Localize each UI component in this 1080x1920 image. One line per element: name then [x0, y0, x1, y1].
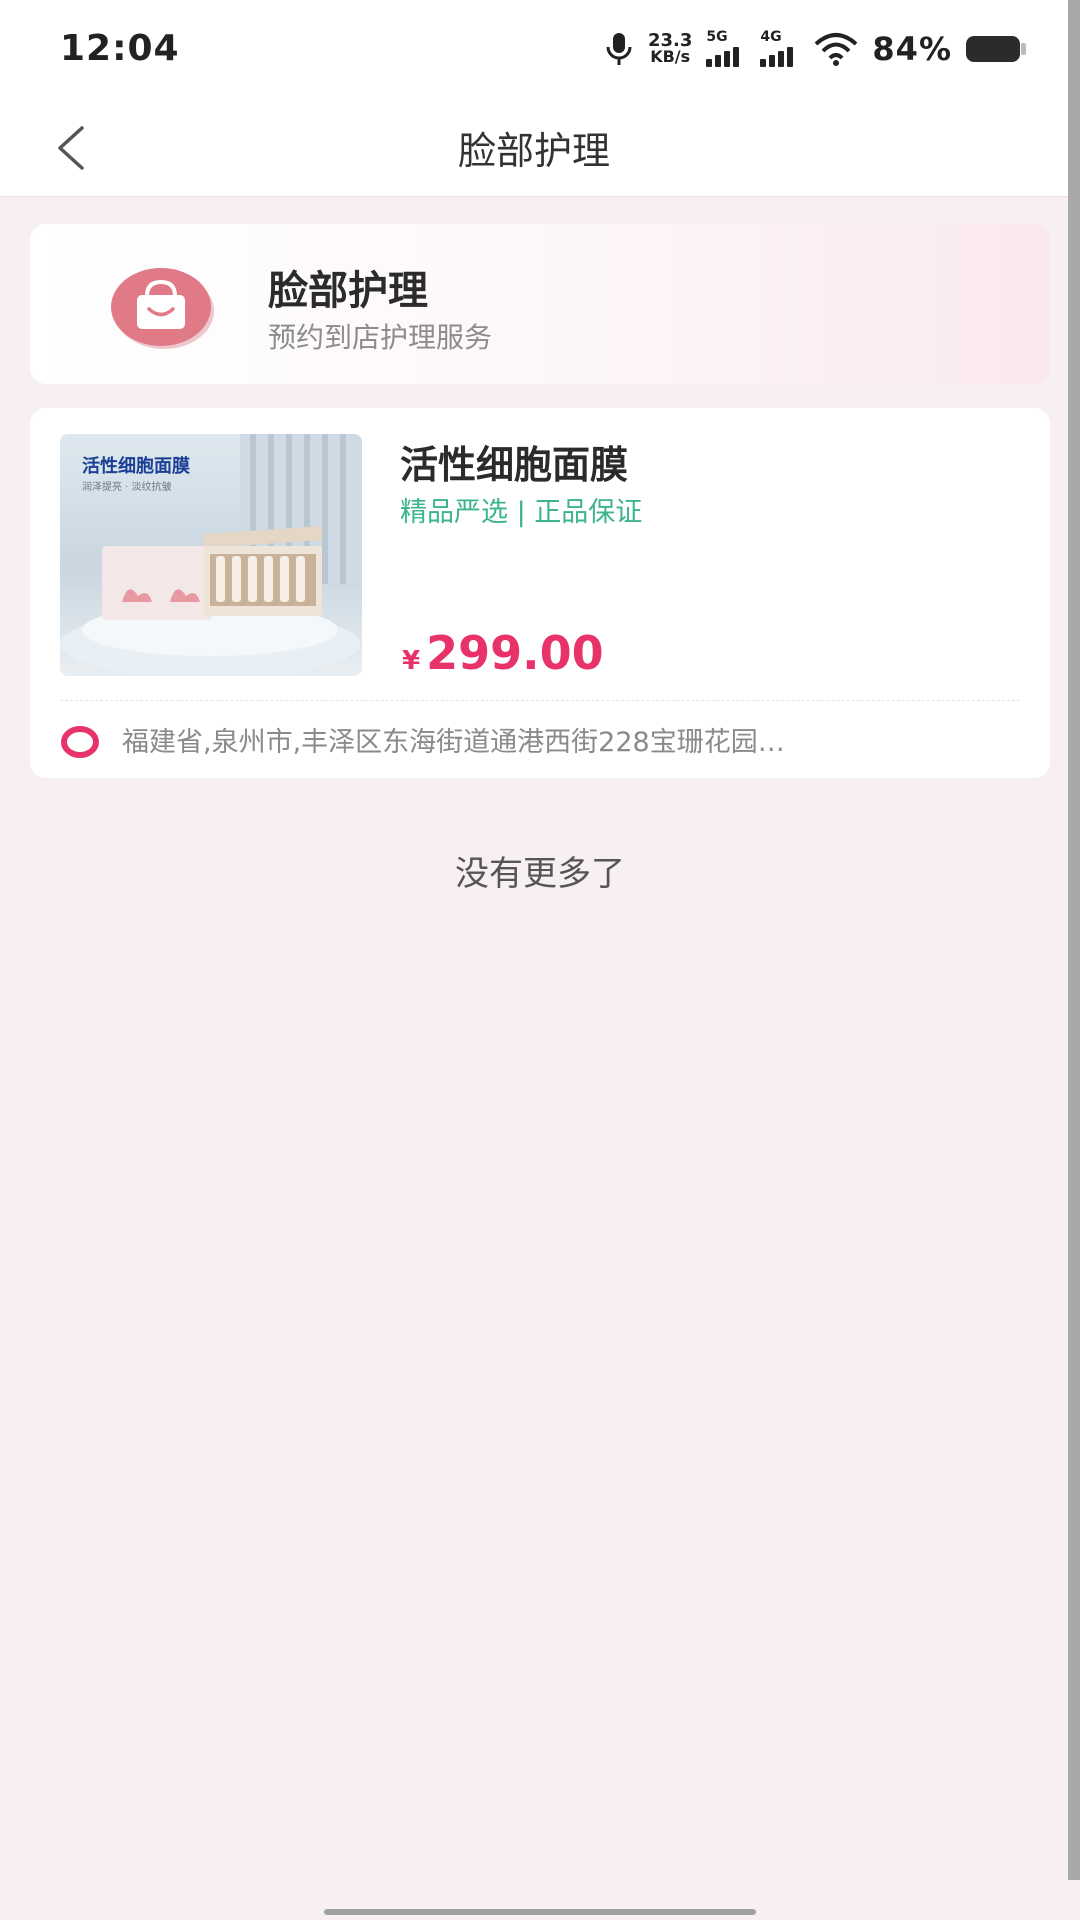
location-ring-icon: [61, 726, 99, 758]
product-image[interactable]: 活性细胞面膜 润泽提亮 · 淡纹抗皱: [60, 434, 362, 676]
scrollbar[interactable]: [1068, 0, 1080, 1880]
status-icons: 23.3 KB/s 5G 4G 84%: [604, 24, 1026, 74]
product-image-title: 活性细胞面膜: [82, 456, 190, 477]
category-card: 脸部护理 预约到店护理服务: [30, 224, 1050, 384]
shopping-bag-icon: [111, 268, 214, 349]
category-title: 脸部护理: [268, 268, 428, 314]
product-name: 活性细胞面膜: [400, 443, 629, 487]
nav-header: 脸部护理: [0, 100, 1068, 197]
network-speed: 23.3 KB/s: [648, 32, 692, 66]
price-symbol: ¥: [402, 646, 421, 676]
signal-5g-icon: 5G: [706, 29, 746, 67]
battery-icon: [966, 36, 1026, 62]
status-time: 12:04: [60, 28, 180, 69]
speed-unit: KB/s: [650, 47, 691, 66]
net-label-5g: 5G: [706, 29, 728, 45]
product-tag: 精品严选 | 正品保证: [400, 497, 643, 528]
divider: [60, 700, 1020, 701]
no-more-text: 没有更多了: [455, 854, 625, 894]
category-subtitle: 预约到店护理服务: [268, 321, 493, 354]
product-image-subtitle: 润泽提亮 · 淡纹抗皱: [82, 482, 172, 493]
product-price: ¥ 299.00: [402, 626, 604, 680]
product-card[interactable]: 活性细胞面膜 润泽提亮 · 淡纹抗皱 活性细胞面膜 精品严选 | 正品保证 ¥ …: [30, 408, 1050, 778]
signal-4g-icon: 4G: [760, 29, 800, 67]
microphone-icon: [606, 33, 632, 65]
status-bar: 12:04 23.3 KB/s 5G 4G 84%: [0, 0, 1080, 100]
wifi-icon: [815, 33, 858, 66]
net-label-4g: 4G: [760, 29, 782, 45]
price-value: 299.00: [426, 626, 604, 680]
store-address: 福建省,泉州市,丰泽区东海街道通港西街228宝珊花园…: [122, 727, 785, 758]
home-indicator[interactable]: [324, 1909, 756, 1915]
battery-percent: 84%: [872, 30, 952, 68]
page-title: 脸部护理: [457, 129, 610, 173]
